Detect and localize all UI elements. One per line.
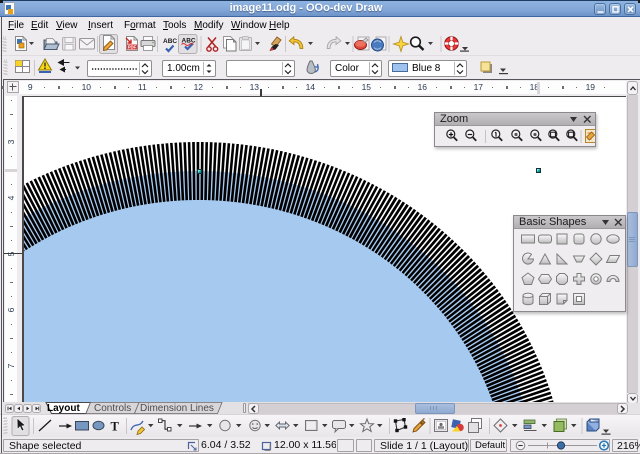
- svg-text:PDF: PDF: [128, 45, 137, 50]
- svg-text:T: T: [111, 420, 120, 434]
- svg-text:ABC: ABC: [163, 38, 177, 45]
